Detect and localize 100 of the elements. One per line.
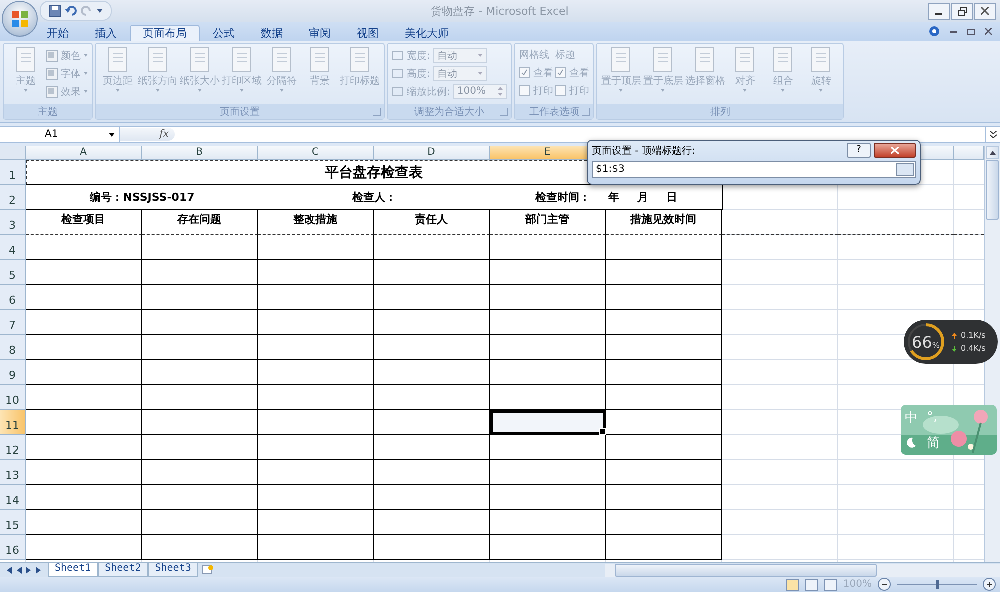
close-icon[interactable] [985,28,992,35]
table-cell[interactable] [490,410,606,435]
table-cell[interactable] [374,385,490,410]
sheet-tab[interactable]: Sheet2 [98,563,148,577]
table-cell[interactable] [26,535,142,560]
table-cell[interactable] [26,435,142,460]
table-cell[interactable] [258,485,374,510]
ribbon-tab[interactable]: 数据 [248,25,296,41]
table-cell[interactable] [606,285,722,310]
table-cell[interactable] [26,335,142,360]
table-cell[interactable] [142,435,258,460]
table-cell[interactable] [606,260,722,285]
restore-icon[interactable] [967,28,975,35]
save-icon[interactable] [49,5,61,17]
fill-handle[interactable] [599,428,606,435]
horizontal-scrollbar[interactable] [605,564,1000,576]
table-cell[interactable] [606,410,722,435]
table-cell[interactable] [374,410,490,435]
sheet-tab[interactable]: Sheet1 [48,563,98,577]
table-cell[interactable] [490,460,606,485]
row-header[interactable]: 9 [0,360,26,385]
up-arrow-icon[interactable] [990,150,996,154]
table-cell[interactable] [258,260,374,285]
close-button[interactable] [974,2,996,20]
table-cell[interactable] [606,485,722,510]
table-cell[interactable] [26,510,142,535]
table-cell[interactable] [374,535,490,560]
table-cell[interactable] [26,235,142,260]
table-cell[interactable] [374,335,490,360]
table-cell[interactable] [142,235,258,260]
table-cell[interactable] [26,385,142,410]
table-cell[interactable] [374,360,490,385]
table-cell[interactable] [606,335,722,360]
table-cell[interactable] [26,360,142,385]
table-cell[interactable] [142,535,258,560]
table-cell[interactable] [606,235,722,260]
moon-icon[interactable] [905,436,917,448]
table-cell[interactable] [26,310,142,335]
table-cell[interactable] [490,435,606,460]
table-cell[interactable] [258,310,374,335]
zoom-thumb[interactable] [936,580,939,589]
table-cell[interactable] [142,410,258,435]
table-cell[interactable] [606,510,722,535]
ribbon-tab[interactable]: 公式 [200,25,248,41]
sheet-tab[interactable]: Sheet3 [148,563,198,577]
ribbon-tab[interactable]: 开始 [34,25,82,41]
table-cell[interactable] [490,485,606,510]
column-header[interactable]: C [258,146,374,160]
table-cell[interactable] [374,285,490,310]
row-header[interactable]: 2 [0,185,26,210]
column-header[interactable]: A [26,146,142,160]
function-button[interactable]: fx [120,128,175,141]
table-cell[interactable] [374,310,490,335]
row-header[interactable]: 11 [0,410,26,435]
table-cell[interactable] [142,310,258,335]
column-header[interactable]: B [142,146,258,160]
table-cell[interactable] [258,235,374,260]
restore-button[interactable] [951,2,973,20]
table-cell[interactable] [606,460,722,485]
table-cell[interactable] [606,385,722,410]
ribbon-tab[interactable]: 美化大师 [392,25,462,41]
table-cell[interactable] [490,310,606,335]
table-cell[interactable] [258,535,374,560]
table-cell[interactable] [374,235,490,260]
minimize-button[interactable] [928,2,950,20]
ribbon-tab[interactable]: 页面布局 [130,25,200,41]
table-cell[interactable] [258,460,374,485]
table-cell[interactable] [26,260,142,285]
table-cell[interactable] [490,235,606,260]
row-header[interactable]: 3 [0,210,26,235]
close-button[interactable] [874,143,916,158]
expand-icon[interactable] [990,131,996,138]
row-header[interactable]: 14 [0,485,26,510]
page-layout-button[interactable] [805,578,818,590]
dropdown-icon[interactable] [97,8,103,14]
page-break-button[interactable] [824,578,838,590]
zoom-in-button[interactable] [983,578,996,591]
table-cell[interactable] [606,535,722,560]
range-field[interactable]: $1:$3 [592,161,916,178]
table-cell[interactable] [490,385,606,410]
row-header[interactable]: 6 [0,285,26,310]
table-cell[interactable] [374,260,490,285]
table-cell[interactable] [490,335,606,360]
row-header[interactable]: 13 [0,460,26,485]
help-button[interactable]: ? [847,143,871,158]
table-cell[interactable] [374,485,490,510]
table-cell[interactable] [374,435,490,460]
table-cell[interactable] [26,485,142,510]
row-header[interactable]: 10 [0,385,26,410]
table-cell[interactable] [258,360,374,385]
table-cell[interactable] [606,435,722,460]
row-header[interactable]: 8 [0,335,26,360]
table-cell[interactable] [258,435,374,460]
table-cell[interactable] [142,260,258,285]
table-cell[interactable] [258,410,374,435]
table-cell[interactable] [490,535,606,560]
table-cell[interactable] [142,385,258,410]
dropdown-icon[interactable] [109,132,115,136]
row-header[interactable]: 12 [0,435,26,460]
row-header[interactable]: 1 [0,160,26,185]
